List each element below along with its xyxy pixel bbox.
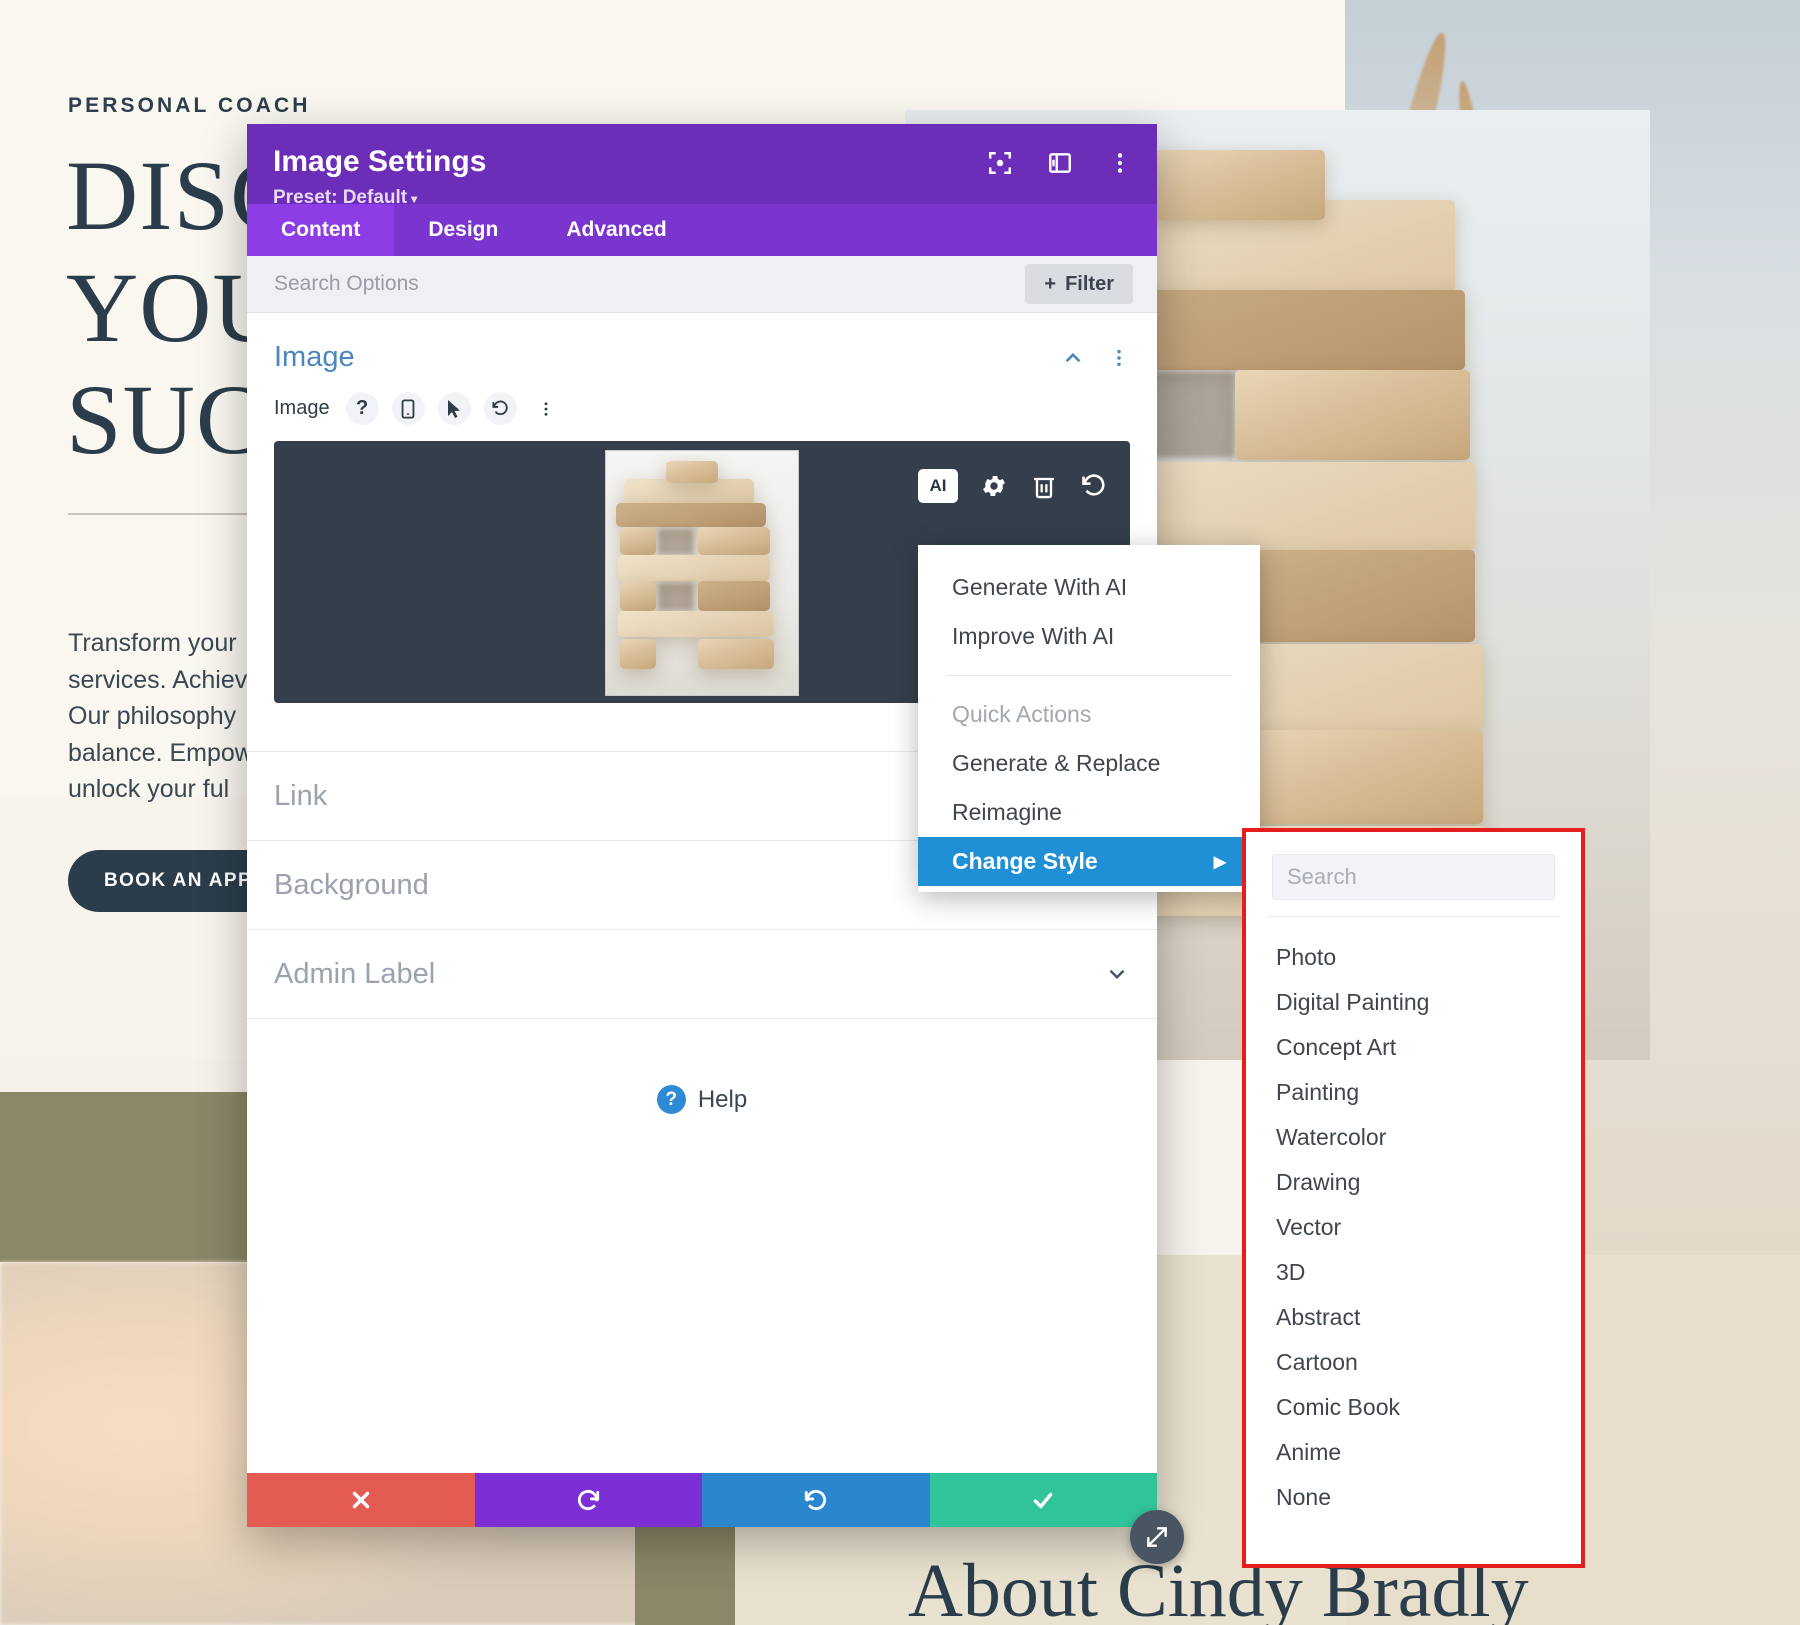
chevron-up-icon[interactable] <box>1060 345 1086 371</box>
undo-button[interactable] <box>474 1473 702 1527</box>
cancel-button[interactable] <box>247 1473 475 1527</box>
style-option-concept-art[interactable]: Concept Art <box>1246 1025 1581 1070</box>
kebab-menu-icon[interactable] <box>1107 150 1133 176</box>
modal-tabs: Content Design Advanced <box>247 204 1157 256</box>
ai-context-menu: Generate With AI Improve With AI Quick A… <box>918 545 1260 892</box>
save-button[interactable] <box>929 1473 1157 1527</box>
close-icon <box>352 1491 369 1509</box>
gear-icon[interactable] <box>980 472 1008 500</box>
image-field-row: Image ? <box>247 388 1157 437</box>
style-search-input[interactable] <box>1272 854 1555 900</box>
kebab-menu-icon[interactable] <box>1108 345 1130 371</box>
menu-group-quick-actions: Quick Actions <box>952 701 1092 727</box>
kebab-menu-icon[interactable] <box>530 392 563 425</box>
style-option-vector[interactable]: Vector <box>1246 1205 1581 1250</box>
modal-header-actions <box>987 150 1133 176</box>
help-label: Help <box>697 1085 748 1113</box>
style-option-photo[interactable]: Photo <box>1246 935 1581 980</box>
image-thumbnail[interactable] <box>605 450 799 696</box>
ai-badge[interactable]: AI <box>918 469 958 503</box>
help-icon[interactable]: ? <box>345 392 379 425</box>
panel-layout-icon[interactable] <box>1047 150 1073 176</box>
filter-button[interactable]: + Filter <box>1025 264 1133 304</box>
section-title: Image <box>274 341 355 373</box>
reset-icon[interactable] <box>483 392 517 425</box>
undo-icon <box>578 1489 600 1511</box>
change-style-submenu: Photo Digital Painting Concept Art Paint… <box>1242 828 1585 1568</box>
responsive-icon[interactable] <box>391 392 425 425</box>
reset-icon[interactable] <box>1080 472 1108 500</box>
menu-item-label: Change Style <box>952 848 1098 874</box>
screenshot-root: PERSONAL COACH DISC YOU SUC Transform yo… <box>0 0 1800 1625</box>
style-option-comic-book[interactable]: Comic Book <box>1246 1385 1581 1430</box>
hover-cursor-icon[interactable] <box>437 392 471 425</box>
submenu-search-wrap <box>1246 832 1581 916</box>
style-option-drawing[interactable]: Drawing <box>1246 1160 1581 1205</box>
menu-item-generate-and-replace[interactable]: Generate & Replace <box>918 739 1260 788</box>
accordion-label: Background <box>274 868 429 901</box>
filter-button-label: Filter <box>1065 272 1114 295</box>
chevron-down-icon: ▾ <box>411 191 418 206</box>
image-field-label: Image <box>274 397 330 419</box>
style-option-3d[interactable]: 3D <box>1246 1250 1581 1295</box>
check-icon <box>1033 1492 1053 1509</box>
menu-item-reimagine[interactable]: Reimagine <box>918 788 1260 837</box>
style-option-list: Photo Digital Painting Concept Art Paint… <box>1246 917 1581 1520</box>
resize-handle[interactable] <box>1130 1510 1184 1564</box>
search-options-bar: Search Options + Filter <box>247 256 1157 313</box>
trash-icon[interactable] <box>1030 472 1058 500</box>
plus-icon: + <box>1044 272 1057 295</box>
tab-content[interactable]: Content <box>247 204 395 256</box>
style-option-cartoon[interactable]: Cartoon <box>1246 1340 1581 1385</box>
modal-body: Image Image ? AI Link Background Admin L… <box>247 313 1157 1473</box>
help-link[interactable]: ? Help <box>247 1085 1157 1114</box>
menu-item-change-style[interactable]: Change Style ▶ <box>918 837 1260 886</box>
style-option-watercolor[interactable]: Watercolor <box>1246 1115 1581 1160</box>
tab-design[interactable]: Design <box>394 204 532 256</box>
menu-divider <box>946 675 1232 676</box>
redo-button[interactable] <box>702 1473 930 1527</box>
modal-header: Image Settings Preset: Default ▾ <box>247 124 1157 208</box>
style-option-painting[interactable]: Painting <box>1246 1070 1581 1115</box>
accordion-label: Link <box>274 779 328 812</box>
redo-icon <box>804 1489 826 1511</box>
tab-advanced[interactable]: Advanced <box>532 204 700 256</box>
style-option-none[interactable]: None <box>1246 1475 1581 1520</box>
resize-arrows-icon <box>1147 1527 1167 1547</box>
chevron-right-icon: ▶ <box>1213 853 1226 871</box>
menu-item-improve-with-ai[interactable]: Improve With AI <box>918 612 1260 661</box>
style-option-abstract[interactable]: Abstract <box>1246 1295 1581 1340</box>
search-options-input[interactable]: Search Options <box>274 272 419 296</box>
style-option-anime[interactable]: Anime <box>1246 1430 1581 1475</box>
section-tools <box>1060 345 1130 371</box>
chevron-down-icon <box>1109 969 1125 980</box>
menu-item-generate-with-ai[interactable]: Generate With AI <box>918 563 1260 612</box>
modal-footer <box>247 1473 1157 1527</box>
hero-eyebrow: PERSONAL COACH <box>68 94 311 117</box>
style-option-digital-painting[interactable]: Digital Painting <box>1246 980 1581 1025</box>
preset-label: Preset: Default <box>273 186 408 208</box>
accordion-label: Admin Label <box>274 957 436 990</box>
accordion-admin-label[interactable]: Admin Label <box>247 929 1157 1018</box>
image-action-buttons: AI <box>918 469 1108 503</box>
help-icon: ? <box>656 1085 686 1114</box>
fullscreen-icon[interactable] <box>987 150 1013 176</box>
preset-selector[interactable]: Preset: Default ▾ <box>273 187 1131 209</box>
image-section-header[interactable]: Image <box>247 313 1157 388</box>
